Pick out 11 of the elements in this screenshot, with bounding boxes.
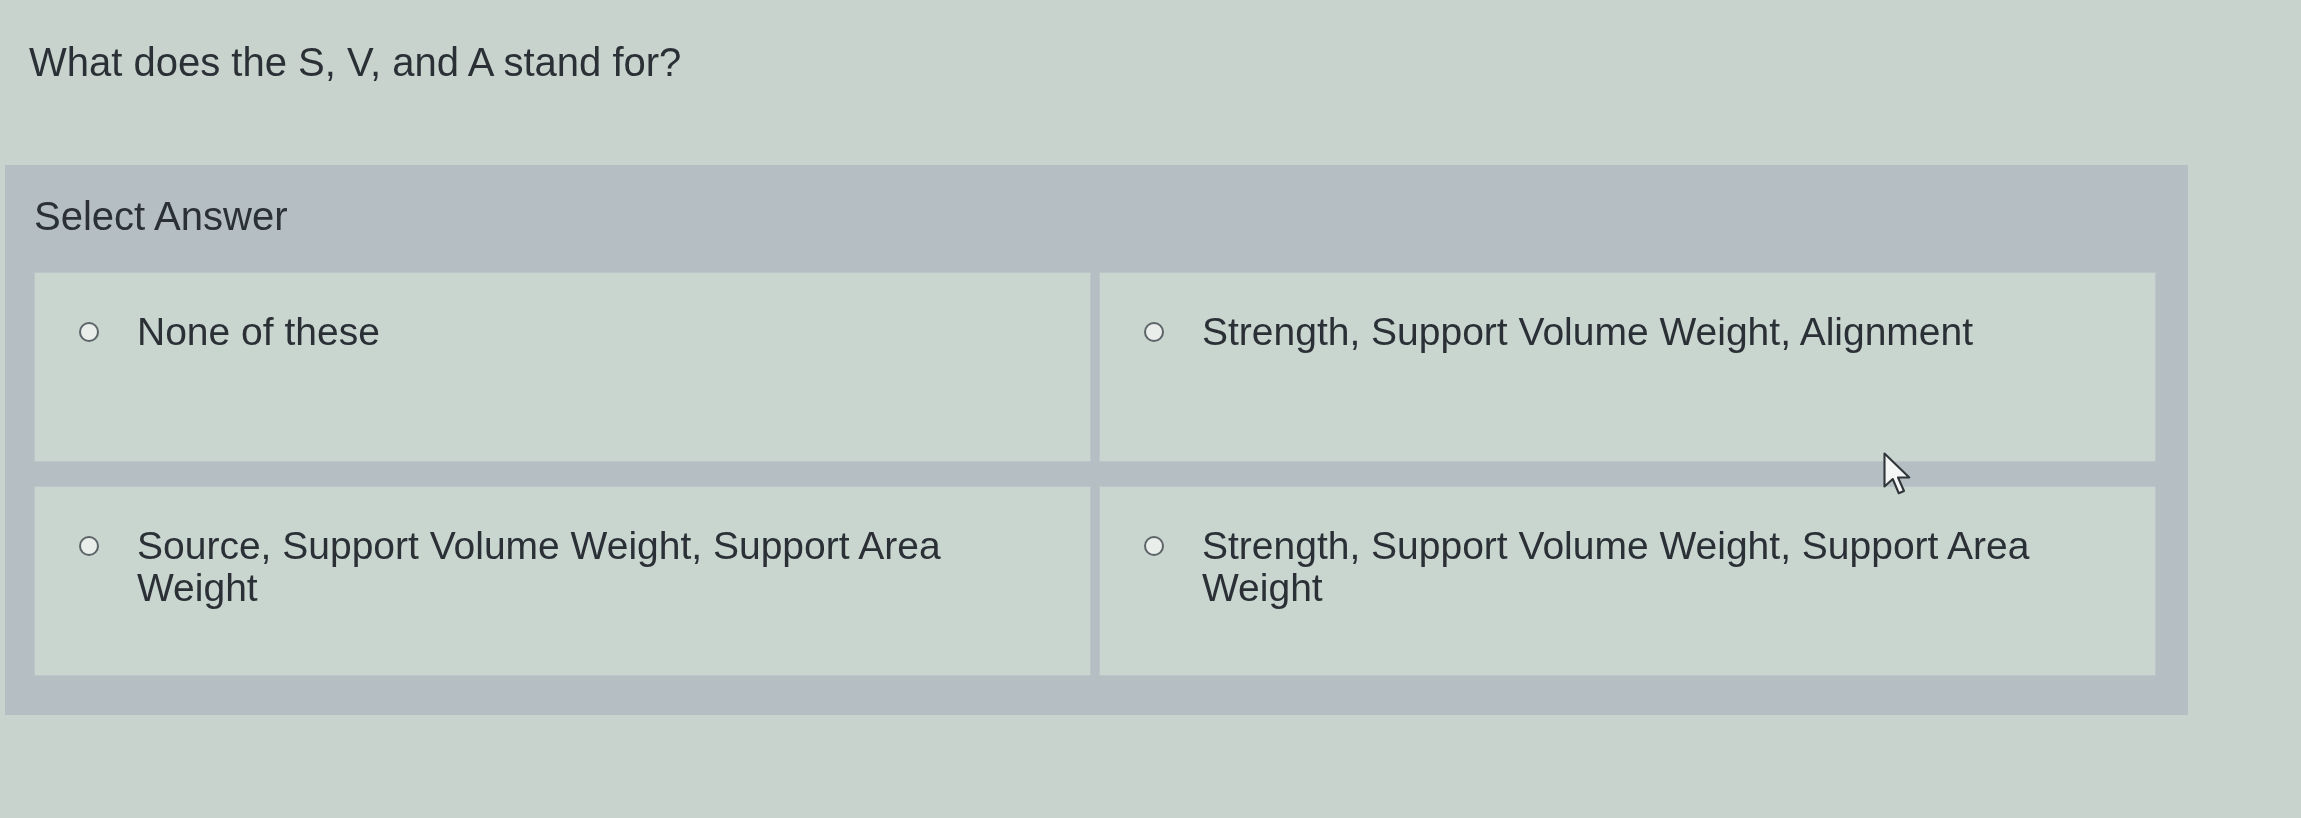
question-text: What does the S, V, and A stand for? bbox=[29, 39, 682, 86]
radio-button[interactable] bbox=[1144, 536, 1164, 556]
radio-button[interactable] bbox=[79, 536, 99, 556]
option-label[interactable]: None of these bbox=[137, 311, 380, 353]
option-label[interactable]: Strength, Support Volume Weight, Alignment bbox=[1202, 311, 1974, 353]
option-label[interactable]: Strength, Support Volume Weight, Support Area Weight bbox=[1202, 525, 2095, 609]
radio-button[interactable] bbox=[79, 322, 99, 342]
option-label[interactable]: Source, Support Volume Weight, Support Area Weight bbox=[137, 525, 1030, 609]
radio-button[interactable] bbox=[1144, 322, 1164, 342]
mouse-pointer-icon bbox=[1883, 452, 1913, 497]
select-answer-heading: Select Answer bbox=[34, 193, 288, 240]
